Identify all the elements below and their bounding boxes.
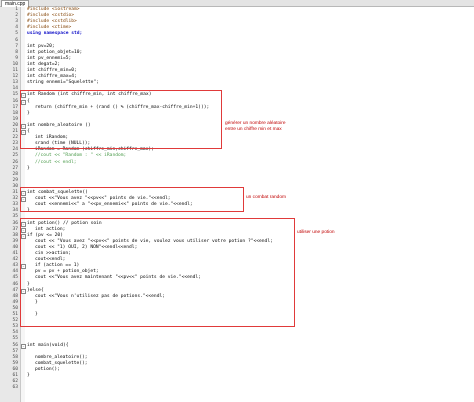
tab-bar: main.cpp	[0, 0, 474, 7]
annotation-box-random	[20, 90, 222, 149]
annotation-box-potion	[20, 218, 295, 327]
annotation-note-random: générer un nombre aléatoire entre un chif…	[225, 121, 286, 132]
annotation-box-combat	[20, 187, 244, 212]
tab-main-cpp[interactable]: main.cpp	[1, 0, 30, 7]
code-editor[interactable]: 1 #include <iostream> 2 #include <cstdio> 3 #…	[0, 7, 474, 402]
annotation-note-combat: un combat random	[246, 195, 286, 200]
line-number: 63	[12, 385, 18, 391]
code-line[interactable]: 63	[0, 385, 474, 391]
annotation-note-potion: utiliser une potion	[297, 230, 335, 235]
